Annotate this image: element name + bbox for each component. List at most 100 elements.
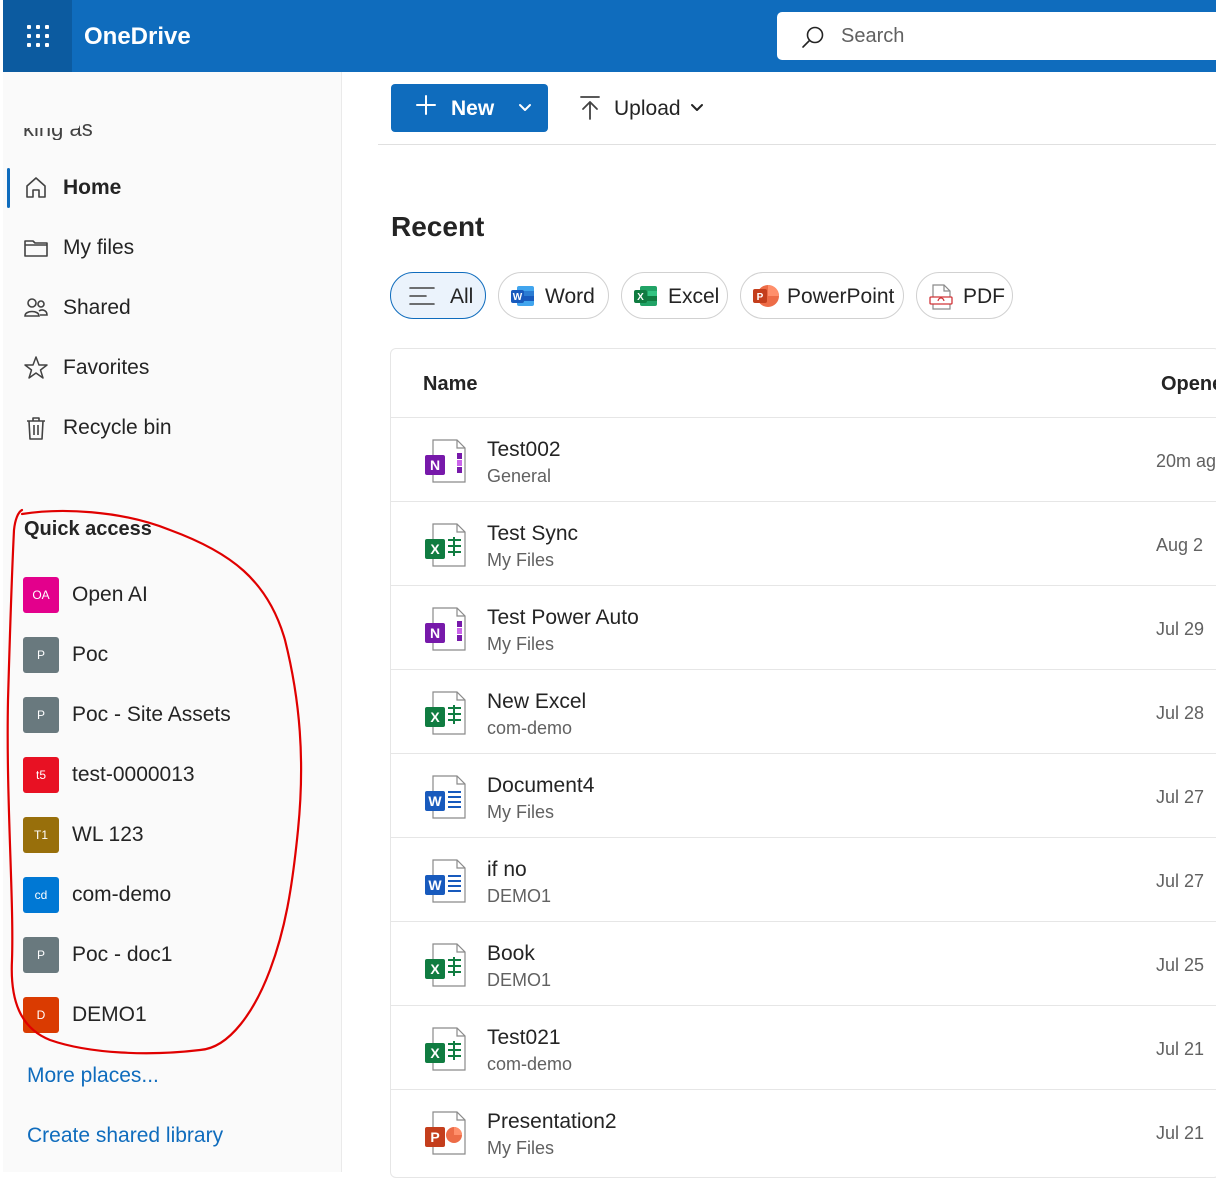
svg-text:X: X bbox=[430, 961, 440, 977]
more-places-link[interactable]: More places... bbox=[27, 1064, 159, 1088]
app-launcher-icon[interactable] bbox=[3, 0, 72, 72]
excel-file-icon: X bbox=[425, 523, 466, 567]
file-name[interactable]: Test Power Auto bbox=[487, 606, 639, 630]
filter-pdf[interactable]: PDF bbox=[916, 272, 1013, 319]
word-icon: W bbox=[511, 286, 534, 306]
quick-access-item[interactable]: P Poc bbox=[23, 631, 323, 679]
powerpoint-file-icon: P bbox=[425, 1111, 466, 1155]
create-shared-library-link[interactable]: Create shared library bbox=[27, 1124, 223, 1148]
search-box[interactable] bbox=[777, 12, 1216, 60]
quick-access-item[interactable]: D DEMO1 bbox=[23, 991, 323, 1039]
quick-access-item[interactable]: t5 test-0000013 bbox=[23, 751, 323, 799]
top-bar: OneDrive bbox=[3, 0, 1216, 72]
table-row[interactable]: W if no DEMO1 Jul 27 bbox=[391, 837, 1216, 921]
svg-text:X: X bbox=[637, 292, 644, 303]
table-row[interactable]: X Book DEMO1 Jul 25 bbox=[391, 921, 1216, 1005]
filter-all[interactable]: All bbox=[390, 272, 486, 319]
list-icon bbox=[409, 287, 435, 305]
filter-word[interactable]: W Word bbox=[498, 272, 609, 319]
nav-home-label: Home bbox=[63, 176, 122, 199]
file-name[interactable]: if no bbox=[487, 858, 527, 882]
svg-text:N: N bbox=[430, 625, 440, 641]
trash-icon bbox=[27, 417, 45, 440]
people-icon bbox=[24, 298, 48, 317]
quick-access-item[interactable]: cd com-demo bbox=[23, 871, 323, 919]
site-avatar: P bbox=[23, 937, 59, 973]
command-bar: New Upload bbox=[378, 72, 1216, 145]
quick-access-item[interactable]: P Poc - Site Assets bbox=[23, 691, 323, 739]
quick-access-label: DEMO1 bbox=[72, 1003, 147, 1026]
chevron-down-icon bbox=[519, 104, 531, 111]
quick-access-item[interactable]: OA Open AI bbox=[23, 571, 323, 619]
svg-text:N: N bbox=[430, 457, 440, 473]
file-name[interactable]: Test021 bbox=[487, 1026, 561, 1050]
file-location: My Files bbox=[487, 802, 554, 822]
plus-icon bbox=[416, 95, 436, 115]
svg-text:X: X bbox=[430, 541, 440, 557]
filter-label: PowerPoint bbox=[787, 285, 895, 308]
account-name: king as bbox=[23, 110, 148, 140]
column-header-name[interactable]: Name bbox=[423, 373, 477, 396]
filter-label: All bbox=[450, 285, 474, 308]
word-file-icon: W bbox=[425, 775, 466, 819]
file-opened: Jul 21 bbox=[1156, 1123, 1205, 1143]
nav-my-files[interactable]: My files bbox=[3, 224, 339, 272]
nav-my-files-label: My files bbox=[63, 236, 135, 259]
svg-text:W: W bbox=[513, 292, 523, 303]
nav-favorites[interactable]: Favorites bbox=[3, 344, 339, 392]
word-file-icon: W bbox=[425, 859, 466, 903]
nav-favorites-label: Favorites bbox=[63, 356, 150, 379]
onenote-file-icon: N bbox=[425, 607, 466, 651]
table-row[interactable]: X Test021 com-demo Jul 21 bbox=[391, 1005, 1216, 1089]
left-nav: king as Home My files Shared Favorites R… bbox=[3, 72, 342, 1172]
quick-access-label: test-0000013 bbox=[72, 763, 195, 786]
nav-recycle-bin-label: Recycle bin bbox=[63, 416, 172, 439]
filter-excel[interactable]: X Excel bbox=[621, 272, 728, 319]
new-button-label: New bbox=[451, 97, 495, 120]
quick-access-label: Poc - doc1 bbox=[72, 943, 173, 966]
column-header-opened[interactable]: Opened bbox=[1161, 373, 1216, 396]
site-avatar: P bbox=[23, 637, 59, 673]
file-name[interactable]: Document4 bbox=[487, 774, 594, 798]
excel-file-icon: X bbox=[425, 1027, 466, 1071]
excel-file-icon: X bbox=[425, 943, 466, 987]
quick-access-item[interactable]: T1 WL 123 bbox=[23, 811, 323, 859]
quick-access-heading: Quick access bbox=[24, 518, 152, 540]
file-name[interactable]: Test002 bbox=[487, 438, 561, 462]
filter-label: Excel bbox=[668, 285, 720, 308]
star-icon bbox=[24, 356, 48, 379]
new-button[interactable]: New bbox=[391, 84, 548, 132]
quick-access-label: Poc bbox=[72, 643, 109, 666]
site-avatar: T1 bbox=[23, 817, 59, 853]
file-name[interactable]: Book bbox=[487, 942, 535, 966]
filter-powerpoint[interactable]: P PowerPoint bbox=[740, 272, 904, 319]
excel-file-icon: X bbox=[425, 691, 466, 735]
quick-access-label: com-demo bbox=[72, 883, 172, 906]
svg-text:P: P bbox=[430, 1129, 439, 1145]
file-opened: Jul 27 bbox=[1156, 871, 1205, 891]
nav-home[interactable]: Home bbox=[3, 164, 339, 212]
upload-button[interactable]: Upload bbox=[578, 84, 718, 132]
page-title: Recent bbox=[391, 211, 485, 242]
nav-shared[interactable]: Shared bbox=[3, 284, 339, 332]
search-icon bbox=[802, 26, 824, 48]
site-avatar: t5 bbox=[23, 757, 59, 793]
file-name[interactable]: Test Sync bbox=[487, 522, 578, 546]
table-row[interactable]: N Test002 General 20m ago bbox=[391, 417, 1216, 501]
app-title[interactable]: OneDrive bbox=[84, 23, 191, 51]
table-row[interactable]: W Document4 My Files Jul 27 bbox=[391, 753, 1216, 837]
table-row[interactable]: P Presentation2 My Files Jul 21 bbox=[391, 1089, 1216, 1173]
nav-shared-label: Shared bbox=[63, 296, 131, 319]
file-name[interactable]: Presentation2 bbox=[487, 1110, 617, 1134]
table-row[interactable]: X New Excel com-demo Jul 28 bbox=[391, 669, 1216, 753]
site-avatar: OA bbox=[23, 577, 59, 613]
nav-recycle-bin[interactable]: Recycle bin bbox=[3, 404, 339, 452]
table-row[interactable]: X Test Sync My Files Aug 2 bbox=[391, 501, 1216, 585]
search-input[interactable] bbox=[841, 12, 1211, 60]
table-row[interactable]: N Test Power Auto My Files Jul 29 bbox=[391, 585, 1216, 669]
file-location: DEMO1 bbox=[487, 886, 552, 906]
site-avatar: D bbox=[23, 997, 59, 1033]
file-name[interactable]: New Excel bbox=[487, 690, 586, 714]
quick-access-item[interactable]: P Poc - doc1 bbox=[23, 931, 323, 979]
powerpoint-icon: P bbox=[753, 285, 779, 307]
